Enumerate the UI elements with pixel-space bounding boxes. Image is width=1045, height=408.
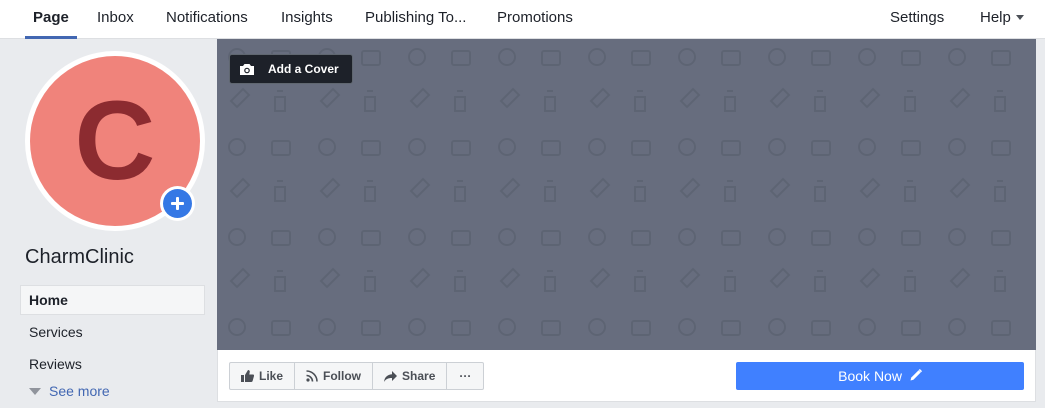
tab-promotions[interactable]: Promotions: [497, 0, 573, 39]
tab-notifications-label: Notifications: [166, 9, 248, 26]
follow-label: Follow: [323, 369, 362, 383]
tab-publishing-tools[interactable]: Publishing To...: [365, 0, 466, 39]
cover-pattern: [217, 39, 1036, 350]
sidebar-item-home[interactable]: Home: [20, 285, 205, 315]
sidebar-item-services[interactable]: Services: [20, 317, 205, 347]
add-profile-photo-button[interactable]: [160, 186, 195, 221]
tab-publishing-tools-label: Publishing To...: [365, 9, 467, 26]
more-options-button[interactable]: ···: [447, 362, 485, 390]
see-more-label: See more: [49, 383, 110, 399]
tab-page[interactable]: Page: [25, 0, 77, 39]
active-tab-indicator: [25, 36, 77, 39]
page-title: CharmClinic: [25, 246, 134, 268]
add-cover-button[interactable]: Add a Cover: [229, 54, 353, 84]
triangle-down-icon: [29, 387, 41, 395]
share-label: Share: [402, 369, 436, 383]
tab-notifications[interactable]: Notifications: [166, 0, 248, 39]
pencil-icon: [910, 369, 922, 381]
share-button[interactable]: Share: [373, 362, 448, 390]
tab-promotions-label: Promotions: [497, 9, 573, 26]
book-now-label: Book Now: [838, 368, 902, 384]
plus-icon: [163, 189, 192, 218]
book-now-button[interactable]: Book Now: [736, 362, 1024, 390]
settings-link[interactable]: Settings: [890, 0, 944, 39]
thumbs-up-icon: [241, 370, 254, 382]
sidebar-item-label: Reviews: [29, 356, 82, 372]
help-menu[interactable]: Help: [980, 0, 1024, 39]
share-arrow-icon: [384, 370, 398, 382]
settings-label: Settings: [890, 9, 945, 26]
like-button[interactable]: Like: [229, 362, 296, 390]
top-nav: Page Inbox Notifications Insights Publis…: [0, 0, 1045, 39]
like-label: Like: [259, 369, 284, 383]
add-cover-label: Add a Cover: [268, 62, 339, 76]
more-dots-icon: ···: [459, 369, 472, 383]
tab-inbox-label: Inbox: [97, 9, 134, 26]
see-more-link[interactable]: See more: [29, 383, 110, 399]
help-label: Help: [980, 9, 1011, 26]
sidebar-item-label: Services: [29, 324, 83, 340]
caret-down-icon: [1015, 14, 1024, 20]
camera-icon: [240, 64, 254, 75]
page-actions-group: Like Follow Share ···: [229, 362, 485, 390]
tab-inbox[interactable]: Inbox: [97, 0, 134, 39]
sidebar-item-reviews[interactable]: Reviews: [20, 349, 205, 379]
cover-photo-area: [217, 39, 1036, 350]
tab-insights[interactable]: Insights: [281, 0, 333, 39]
follow-button[interactable]: Follow: [295, 362, 374, 390]
tab-page-label: Page: [33, 9, 69, 26]
sidebar-item-label: Home: [29, 292, 68, 308]
tab-insights-label: Insights: [281, 9, 333, 26]
rss-icon: [306, 370, 318, 382]
